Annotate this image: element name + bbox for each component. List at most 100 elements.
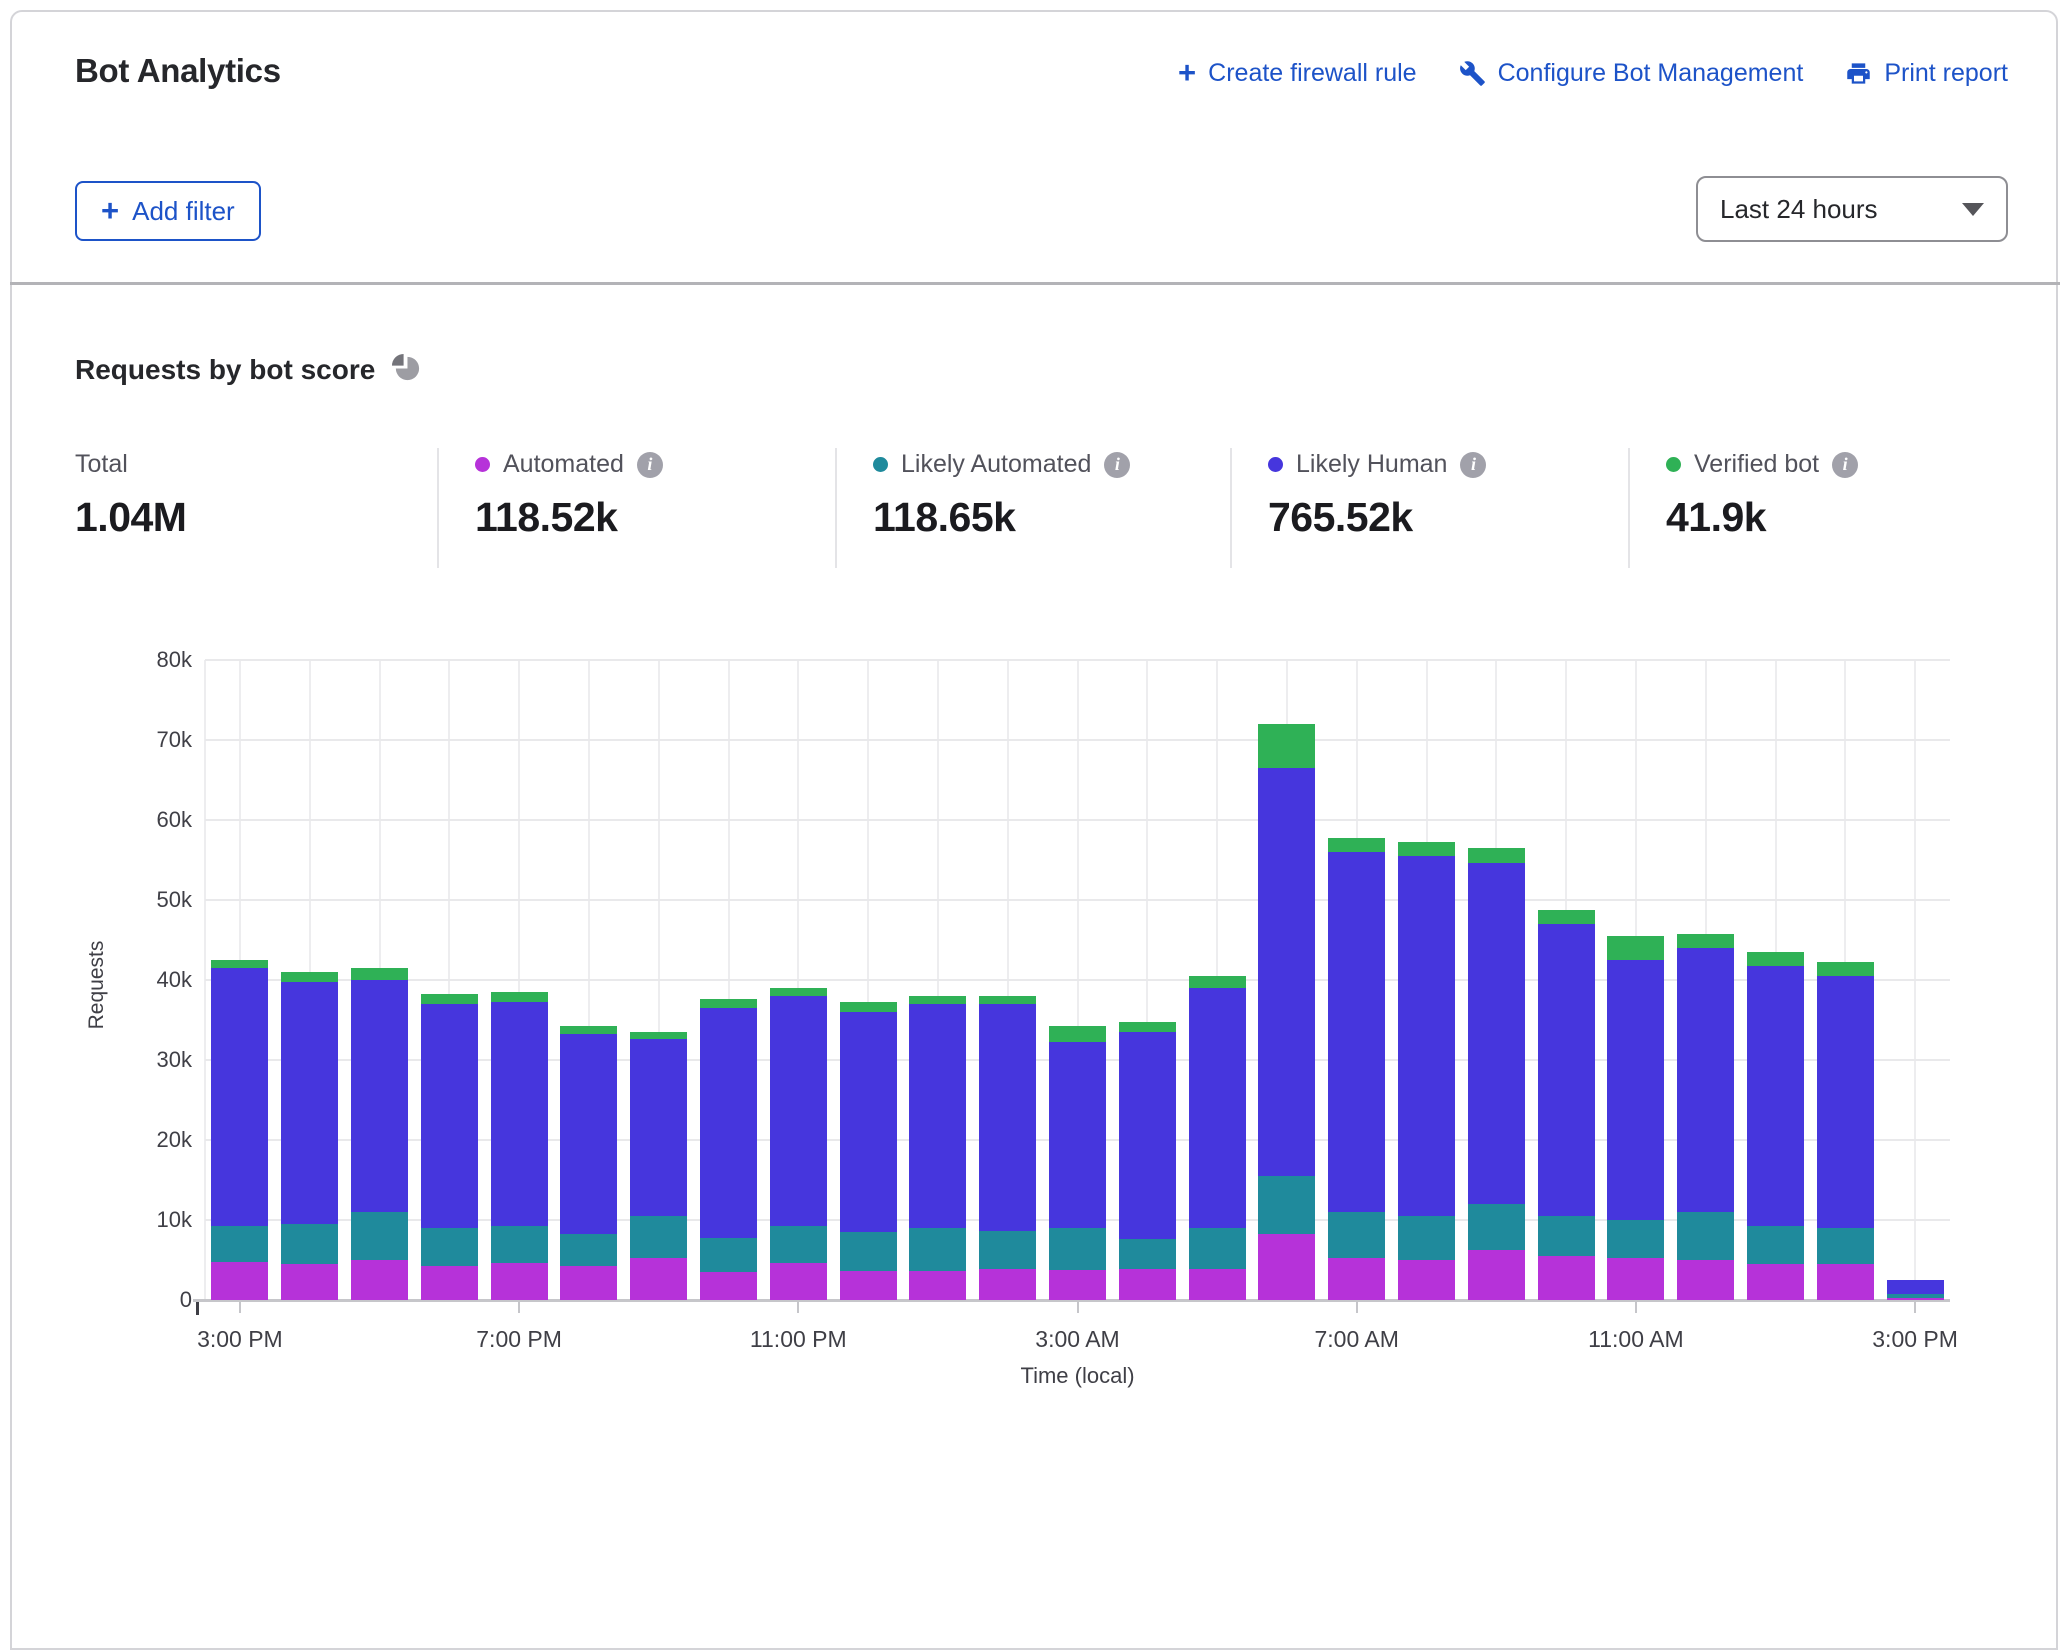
info-icon[interactable]: i <box>1460 452 1486 478</box>
bar-segment-likely-automated[interactable] <box>1817 1228 1874 1264</box>
bar-segment-verified-bot[interactable] <box>840 1002 897 1012</box>
info-icon[interactable]: i <box>637 452 663 478</box>
bar-segment-likely-automated[interactable] <box>351 1212 408 1260</box>
bar[interactable] <box>421 660 478 1300</box>
info-icon[interactable]: i <box>1104 452 1130 478</box>
bar-segment-automated[interactable] <box>1398 1260 1455 1300</box>
bar-segment-likely-human[interactable] <box>700 1008 757 1238</box>
bar-segment-automated[interactable] <box>1189 1269 1246 1300</box>
bar-segment-automated[interactable] <box>1817 1264 1874 1300</box>
bar-segment-automated[interactable] <box>421 1266 478 1300</box>
bar[interactable] <box>1398 660 1455 1300</box>
bar-segment-automated[interactable] <box>630 1258 687 1300</box>
bar[interactable] <box>1119 660 1176 1300</box>
bar-segment-likely-human[interactable] <box>1538 924 1595 1216</box>
bar[interactable] <box>1607 660 1664 1300</box>
bar-segment-likely-automated[interactable] <box>1887 1294 1944 1297</box>
bar-segment-likely-human[interactable] <box>1817 976 1874 1228</box>
configure-bot-management-link[interactable]: Configure Bot Management <box>1459 59 1804 88</box>
bar-segment-likely-automated[interactable] <box>1398 1216 1455 1260</box>
bar-segment-verified-bot[interactable] <box>560 1026 617 1034</box>
bar-segment-likely-human[interactable] <box>1189 988 1246 1228</box>
bar-segment-likely-human[interactable] <box>1328 852 1385 1212</box>
bar-segment-verified-bot[interactable] <box>211 960 268 968</box>
bar-segment-likely-human[interactable] <box>1887 1280 1944 1294</box>
bar-segment-verified-bot[interactable] <box>630 1032 687 1039</box>
info-icon[interactable]: i <box>1832 452 1858 478</box>
create-firewall-rule-link[interactable]: + Create firewall rule <box>1178 58 1417 89</box>
bar-segment-likely-human[interactable] <box>491 1002 548 1227</box>
bar-segment-verified-bot[interactable] <box>491 992 548 1002</box>
bar-segment-likely-automated[interactable] <box>630 1216 687 1258</box>
bar[interactable] <box>979 660 1036 1300</box>
bar-segment-likely-automated[interactable] <box>700 1238 757 1272</box>
bar[interactable] <box>1328 660 1385 1300</box>
bar-segment-likely-human[interactable] <box>1398 856 1455 1216</box>
bar-segment-automated[interactable] <box>211 1262 268 1300</box>
bar-segment-likely-automated[interactable] <box>840 1232 897 1271</box>
bar-segment-likely-automated[interactable] <box>1468 1204 1525 1250</box>
bar-segment-automated[interactable] <box>1747 1264 1804 1300</box>
bar-segment-verified-bot[interactable] <box>1049 1026 1106 1041</box>
bar-segment-verified-bot[interactable] <box>1468 848 1525 863</box>
bar-segment-likely-human[interactable] <box>1677 948 1734 1212</box>
bar-segment-automated[interactable] <box>979 1269 1036 1300</box>
bar[interactable] <box>351 660 408 1300</box>
bar[interactable] <box>281 660 338 1300</box>
bar-segment-likely-automated[interactable] <box>281 1224 338 1264</box>
bar-segment-automated[interactable] <box>281 1264 338 1300</box>
bar[interactable] <box>1677 660 1734 1300</box>
bar-segment-likely-human[interactable] <box>560 1034 617 1234</box>
bar-segment-verified-bot[interactable] <box>909 996 966 1004</box>
bar[interactable] <box>1468 660 1525 1300</box>
bar-segment-likely-human[interactable] <box>211 968 268 1226</box>
bar-segment-automated[interactable] <box>1538 1256 1595 1300</box>
bar[interactable] <box>491 660 548 1300</box>
bar-segment-likely-human[interactable] <box>1258 768 1315 1176</box>
bar-segment-verified-bot[interactable] <box>421 994 478 1004</box>
bar-segment-likely-human[interactable] <box>1607 960 1664 1220</box>
bar-segment-likely-human[interactable] <box>1049 1042 1106 1228</box>
bar-segment-verified-bot[interactable] <box>1119 1022 1176 1032</box>
bar-segment-verified-bot[interactable] <box>281 972 338 982</box>
bar-segment-likely-automated[interactable] <box>909 1228 966 1271</box>
bar[interactable] <box>700 660 757 1300</box>
bar-segment-automated[interactable] <box>770 1263 827 1300</box>
bar-segment-likely-automated[interactable] <box>421 1228 478 1266</box>
bar-segment-verified-bot[interactable] <box>979 996 1036 1004</box>
time-range-select[interactable]: Last 24 hours <box>1696 176 2008 242</box>
add-filter-button[interactable]: + Add filter <box>75 181 261 241</box>
bar-segment-likely-automated[interactable] <box>1747 1226 1804 1264</box>
bar-segment-likely-human[interactable] <box>351 980 408 1212</box>
bar-segment-automated[interactable] <box>700 1272 757 1300</box>
print-report-link[interactable]: Print report <box>1845 59 2008 88</box>
bar-segment-likely-human[interactable] <box>909 1004 966 1228</box>
bar[interactable] <box>1189 660 1246 1300</box>
bar-segment-likely-automated[interactable] <box>1328 1212 1385 1258</box>
bar[interactable] <box>1049 660 1106 1300</box>
bar-segment-likely-human[interactable] <box>840 1012 897 1232</box>
bar-segment-automated[interactable] <box>1607 1258 1664 1300</box>
bar-segment-likely-automated[interactable] <box>1119 1239 1176 1269</box>
bar-segment-likely-automated[interactable] <box>211 1226 268 1263</box>
bar-segment-automated[interactable] <box>1119 1269 1176 1300</box>
bar-segment-likely-automated[interactable] <box>1049 1228 1106 1270</box>
bar-segment-automated[interactable] <box>1887 1298 1944 1300</box>
bar-segment-automated[interactable] <box>351 1260 408 1300</box>
bar-segment-verified-bot[interactable] <box>1538 910 1595 924</box>
bar-segment-verified-bot[interactable] <box>770 988 827 996</box>
bar-segment-automated[interactable] <box>1677 1260 1734 1300</box>
bar-segment-likely-automated[interactable] <box>770 1226 827 1263</box>
bar[interactable] <box>770 660 827 1300</box>
bar-segment-automated[interactable] <box>560 1266 617 1300</box>
bar-segment-likely-human[interactable] <box>1119 1032 1176 1239</box>
bar-segment-likely-human[interactable] <box>1747 966 1804 1227</box>
bar[interactable] <box>211 660 268 1300</box>
bar-segment-likely-automated[interactable] <box>1258 1176 1315 1234</box>
bar[interactable] <box>1887 660 1944 1300</box>
bar-segment-automated[interactable] <box>1468 1250 1525 1300</box>
bar-segment-likely-human[interactable] <box>979 1004 1036 1231</box>
bar[interactable] <box>909 660 966 1300</box>
bar-segment-verified-bot[interactable] <box>1607 936 1664 960</box>
bar-segment-automated[interactable] <box>1258 1234 1315 1300</box>
